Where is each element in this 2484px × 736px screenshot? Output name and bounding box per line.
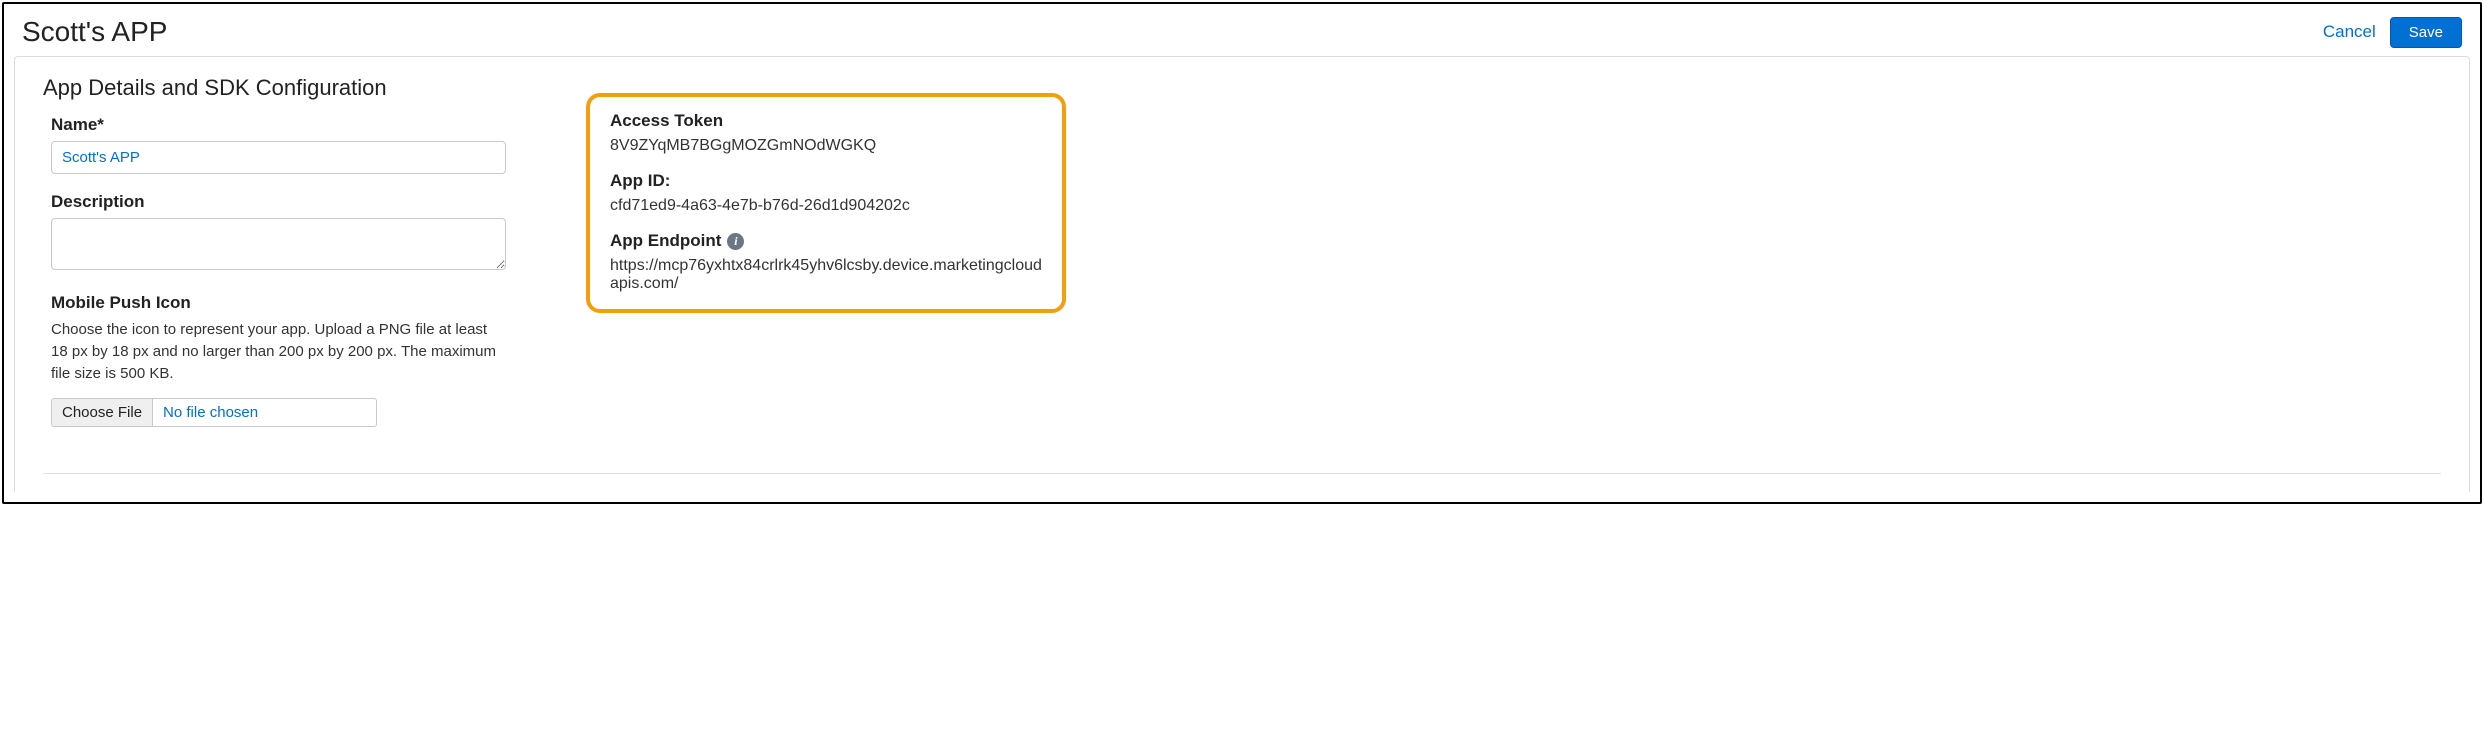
page-header: Scott's APP Cancel Save (4, 4, 2480, 56)
name-label: Name* (51, 115, 506, 135)
description-input[interactable] (51, 218, 506, 270)
choose-file-button[interactable]: Choose File (52, 399, 153, 426)
separator (43, 473, 2441, 474)
app-id-value: cfd71ed9-4a63-4e7b-b76d-26d1d904202c (610, 197, 1042, 215)
info-icon[interactable]: i (727, 233, 744, 250)
push-icon-label: Mobile Push Icon (51, 293, 506, 313)
description-field-block: Description (51, 192, 506, 275)
app-config-frame: Scott's APP Cancel Save App Details and … (2, 2, 2482, 504)
cancel-button[interactable]: Cancel (2323, 22, 2376, 42)
details-panel: App Details and SDK Configuration Name* … (14, 56, 2470, 492)
right-column: Access Token 8V9ZYqMB7BGgMOZGmNOdWGKQ Ap… (586, 115, 1066, 313)
name-input[interactable] (51, 141, 506, 174)
page-title: Scott's APP (22, 16, 167, 48)
push-icon-block: Mobile Push Icon Choose the icon to repr… (51, 293, 506, 427)
app-endpoint-label-text: App Endpoint (610, 231, 721, 251)
app-id-label: App ID: (610, 171, 1042, 191)
app-endpoint-value: https://mcp76yxhtx84crlrk45yhv6lcsby.dev… (610, 257, 1042, 293)
description-label: Description (51, 192, 506, 212)
credentials-highlight-box: Access Token 8V9ZYqMB7BGgMOZGmNOdWGKQ Ap… (586, 93, 1066, 313)
access-token-label: Access Token (610, 111, 1042, 131)
file-status-text: No file chosen (153, 399, 376, 426)
name-field-block: Name* (51, 115, 506, 174)
two-column-layout: Name* Description Mobile Push Icon Choos… (43, 115, 2441, 445)
left-column: Name* Description Mobile Push Icon Choos… (43, 115, 506, 445)
section-title: App Details and SDK Configuration (43, 75, 2441, 101)
save-button[interactable]: Save (2390, 17, 2462, 48)
push-icon-help-text: Choose the icon to represent your app. U… (51, 319, 506, 384)
access-token-value: 8V9ZYqMB7BGgMOZGmNOdWGKQ (610, 137, 1042, 155)
app-endpoint-label: App Endpoint i (610, 231, 1042, 251)
file-selector: Choose File No file chosen (51, 398, 377, 427)
header-actions: Cancel Save (2323, 17, 2462, 48)
